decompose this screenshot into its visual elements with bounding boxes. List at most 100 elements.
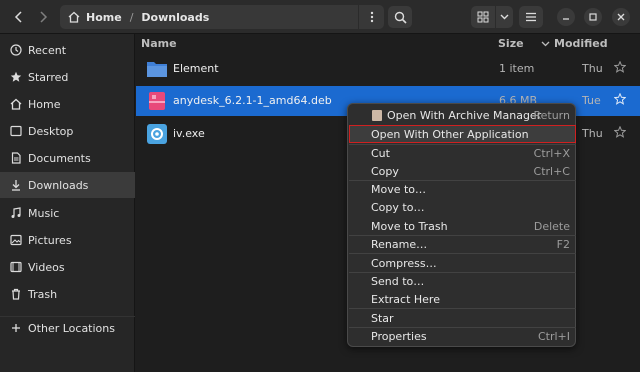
sidebar-item-label: Desktop (28, 124, 74, 138)
sidebar-item-downloads[interactable]: Downloads (0, 172, 135, 198)
sidebar-item-label: Recent (28, 43, 67, 57)
sidebar-item-label: Pictures (28, 233, 72, 247)
menu-item-cut[interactable]: Cut Ctrl+X (349, 144, 576, 162)
grid-view-icon (477, 11, 489, 23)
path-separator: / (129, 10, 134, 24)
menu-item-compress[interactable]: Compress… (349, 254, 576, 272)
menu-item-move-to[interactable]: Move to… (349, 180, 576, 198)
path-bar: Home / Downloads (60, 5, 384, 29)
close-button[interactable] (612, 8, 630, 26)
chevron-down-icon (541, 41, 550, 47)
sidebar-item-desktop[interactable]: Desktop (0, 118, 135, 144)
path-current[interactable]: Downloads (141, 11, 209, 24)
trash-icon (10, 288, 22, 300)
menu-item-accel: F2 (556, 238, 570, 251)
folder-icon (146, 58, 168, 80)
column-header-modified[interactable]: Modified (554, 37, 608, 50)
file-row-element[interactable]: Element 1 item Thu (136, 54, 640, 84)
path-menu-button[interactable] (358, 5, 384, 29)
home-icon (68, 11, 80, 23)
path-home[interactable]: Home (86, 11, 122, 24)
menu-item-open-archive-manager[interactable]: Open With Archive Manager Return (349, 106, 576, 124)
package-icon (146, 90, 168, 112)
maximize-button[interactable] (584, 8, 602, 26)
file-modified: Tue (582, 94, 601, 107)
sidebar-item-label: Music (28, 206, 60, 220)
menu-item-label: Extract Here (371, 292, 440, 306)
menu-item-label: Star (371, 311, 394, 325)
menu-item-properties[interactable]: Properties Ctrl+I (349, 327, 576, 345)
sidebar-item-trash[interactable]: Trash (0, 281, 135, 307)
home-icon (10, 98, 22, 110)
sidebar-item-videos[interactable]: Videos (0, 254, 135, 280)
sidebar-item-label: Downloads (28, 178, 89, 192)
menu-item-copy[interactable]: Copy Ctrl+C (349, 162, 576, 180)
menu-item-accel: Delete (533, 220, 570, 233)
column-header-row: Name Size Modified (136, 34, 640, 52)
sidebar: Recent Starred Home Desktop Documents Do… (0, 34, 135, 372)
sidebar-item-label: Other Locations (28, 321, 115, 335)
header-bar: Home / Downloads (0, 0, 640, 34)
menu-item-label: Move to… (371, 182, 427, 196)
menu-item-label: Compress… (371, 256, 437, 270)
sidebar-item-label: Home (28, 97, 61, 111)
menu-item-move-to-trash[interactable]: Move to Trash Delete (349, 217, 576, 235)
picture-icon (10, 234, 22, 246)
sort-descending-icon[interactable] (541, 37, 550, 50)
menu-item-star[interactable]: Star (349, 309, 576, 327)
sidebar-item-starred[interactable]: Starred (0, 64, 135, 90)
back-button[interactable] (8, 6, 30, 28)
sidebar-item-label: Documents (28, 151, 91, 165)
menu-item-accel: Return (533, 109, 570, 122)
sidebar-item-music[interactable]: Music (0, 200, 135, 226)
archive-icon (372, 110, 382, 121)
menu-item-label: Move to Trash (371, 219, 448, 233)
file-name: anydesk_6.2.1-1_amd64.deb (173, 94, 332, 107)
file-modified: Thu (582, 127, 603, 140)
star-icon (10, 71, 22, 83)
clock-icon (10, 44, 22, 56)
menu-item-open-other-application[interactable]: Open With Other Application (349, 125, 576, 143)
file-name: Element (173, 62, 219, 75)
star-toggle-icon[interactable] (613, 60, 627, 73)
menu-item-label: Properties (371, 329, 427, 343)
search-button[interactable] (388, 6, 412, 28)
menu-item-rename[interactable]: Rename… F2 (349, 235, 576, 253)
music-icon (10, 207, 22, 219)
video-icon (10, 261, 22, 273)
chevron-left-icon (14, 11, 22, 23)
view-options-dropdown[interactable] (495, 6, 513, 28)
menu-item-accel: Ctrl+I (537, 330, 570, 343)
star-toggle-icon[interactable] (613, 125, 627, 138)
sidebar-item-label: Trash (28, 287, 58, 301)
menu-item-label: Send to… (371, 274, 425, 288)
menu-item-send-to[interactable]: Send to… (349, 272, 576, 290)
hamburger-icon (526, 12, 536, 22)
main-menu-button[interactable] (519, 6, 543, 28)
sidebar-item-recent[interactable]: Recent (0, 37, 135, 63)
context-menu: Open With Archive Manager Return Open Wi… (347, 103, 576, 347)
menu-item-copy-to[interactable]: Copy to… (349, 198, 576, 216)
document-icon (10, 152, 22, 164)
menu-item-accel: Ctrl+C (533, 165, 570, 178)
sidebar-item-documents[interactable]: Documents (0, 145, 135, 171)
sidebar-item-other-locations[interactable]: Other Locations (0, 315, 135, 341)
column-header-size[interactable]: Size (498, 37, 524, 50)
file-size: 1 item (499, 62, 535, 75)
vertical-dots-icon (370, 11, 373, 23)
forward-button[interactable] (32, 6, 54, 28)
maximize-icon (589, 13, 597, 21)
view-toggle-button[interactable] (471, 6, 495, 28)
close-icon (617, 13, 625, 21)
star-toggle-icon[interactable] (613, 92, 627, 105)
sidebar-item-home[interactable]: Home (0, 91, 135, 117)
minimize-button[interactable] (557, 8, 575, 26)
chevron-right-icon (40, 11, 48, 23)
column-header-name[interactable]: Name (141, 37, 177, 50)
minimize-icon (563, 18, 569, 20)
menu-item-extract-here[interactable]: Extract Here (349, 290, 576, 308)
sidebar-item-pictures[interactable]: Pictures (0, 227, 135, 253)
file-modified: Thu (582, 62, 603, 75)
executable-icon (146, 123, 168, 145)
plus-icon (10, 322, 22, 334)
